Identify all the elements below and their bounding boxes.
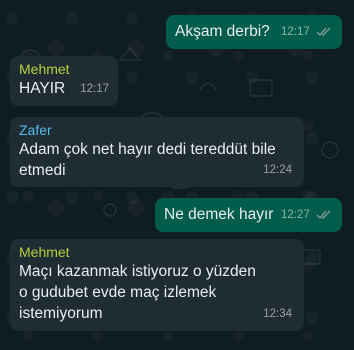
message-timestamp: 12:34 [263,308,292,320]
message-bubble-incoming[interactable]: Mehmet HAYIR 12:17 [10,56,118,106]
message-timestamp: 12:24 [263,164,292,176]
double-check-icon [316,27,331,37]
message-text: Adam çok net hayır dedi tereddüt bile et… [19,141,276,179]
sender-name: Zafer [19,122,52,138]
message-timestamp: 12:17 [281,22,332,43]
message-bubble-outgoing[interactable]: Akşam derbi? 12:17 [166,15,342,49]
message-bubble-incoming[interactable]: Zafer Adam çok net hayır dedi tereddüt b… [10,117,304,187]
message-bubble-outgoing[interactable]: Ne demek hayır 12:27 [155,198,342,232]
message-timestamp: 12:17 [80,83,109,95]
double-check-icon [316,210,331,220]
message-bubble-incoming[interactable]: Mehmet Maçı kazanmak istiyoruz o yüzden … [10,239,304,331]
message-timestamp: 12:27 [281,205,332,226]
message-text: Maçı kazanmak istiyoruz o yüzden o gudub… [19,263,256,322]
sender-name: Mehmet [19,244,70,260]
sender-name: Mehmet [19,61,70,77]
